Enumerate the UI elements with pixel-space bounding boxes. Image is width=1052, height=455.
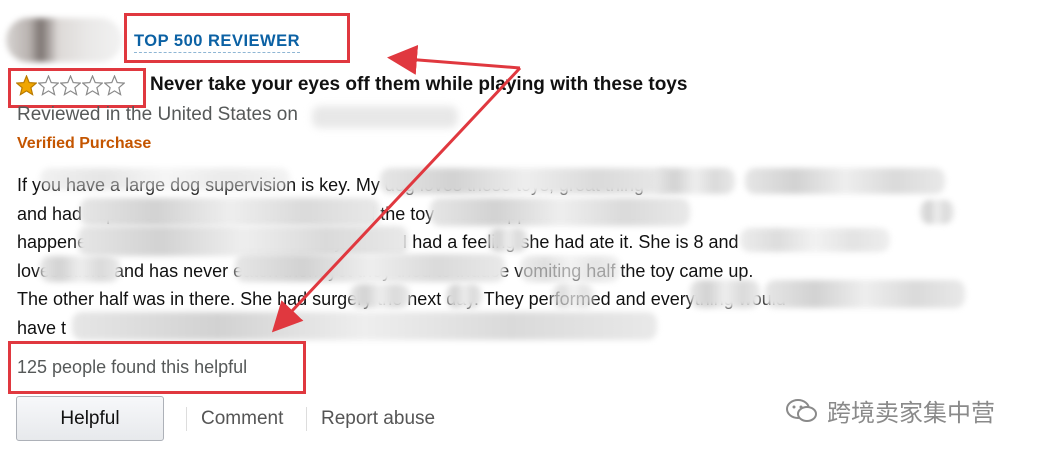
- top-reviewer-badge[interactable]: TOP 500 REVIEWER: [134, 32, 301, 53]
- helpful-count: 125 people found this helpful: [17, 357, 248, 377]
- redaction-blur: [488, 228, 528, 252]
- wechat-icon: [786, 398, 817, 422]
- star-empty-icon: [82, 75, 103, 96]
- review-title[interactable]: Never take your eyes off them while play…: [150, 74, 687, 96]
- star-empty-icon: [38, 75, 59, 96]
- redaction-blur: [520, 256, 620, 282]
- redaction-blur: [920, 200, 954, 224]
- redaction-blur: [745, 168, 945, 194]
- redaction-blur: [80, 198, 380, 226]
- action-separator: [306, 407, 307, 431]
- review-date-redacted: [312, 106, 458, 128]
- verified-purchase-badge: Verified Purchase: [17, 135, 152, 152]
- report-abuse-link[interactable]: Report abuse: [321, 408, 435, 430]
- helpful-button[interactable]: Helpful: [16, 396, 164, 441]
- redaction-blur: [430, 198, 690, 226]
- redaction-blur: [78, 226, 408, 256]
- star-empty-icon: [60, 75, 81, 96]
- redaction-blur: [740, 228, 890, 252]
- redaction-blur: [552, 284, 594, 308]
- watermark: 跨境卖家集中营: [785, 393, 995, 428]
- arrow-to-badge: [387, 44, 521, 75]
- comment-link[interactable]: Comment: [201, 408, 283, 430]
- redaction-blur: [40, 256, 120, 282]
- redaction-blur: [655, 168, 735, 194]
- redaction-blur: [72, 312, 657, 340]
- redaction-blur: [690, 280, 760, 308]
- reviewer-avatar[interactable]: [6, 18, 122, 62]
- redaction-blur: [40, 168, 290, 190]
- redaction-blur: [235, 254, 505, 282]
- redaction-blur: [350, 284, 410, 308]
- redaction-blur: [380, 168, 670, 194]
- review-location: Reviewed in the United States on: [17, 104, 298, 125]
- action-separator: [186, 407, 187, 431]
- star-rating[interactable]: [16, 75, 125, 96]
- redaction-blur: [765, 280, 965, 308]
- redaction-blur: [446, 284, 482, 308]
- star-filled-icon: [16, 75, 37, 96]
- watermark-text: 跨境卖家集中营: [827, 400, 995, 427]
- star-empty-icon: [104, 75, 125, 96]
